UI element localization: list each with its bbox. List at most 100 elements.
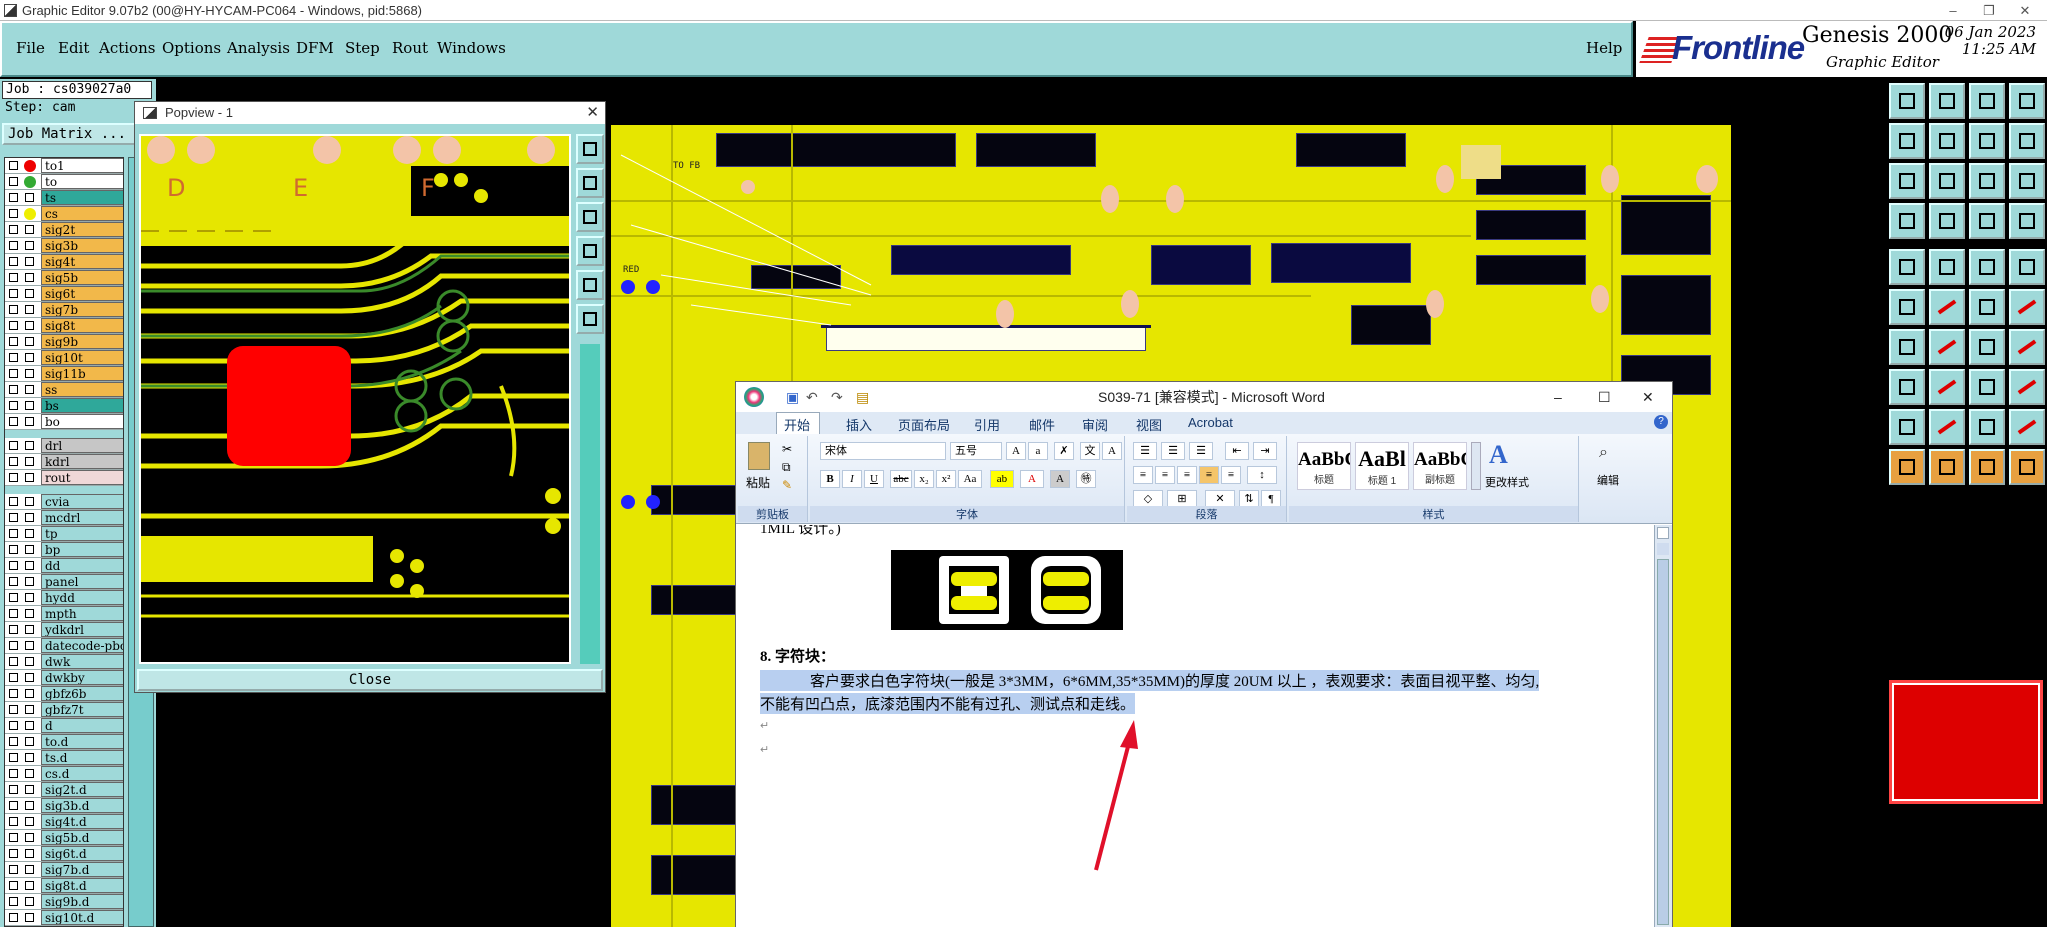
edit-label[interactable]: 编辑: [1597, 472, 1619, 488]
superscript-icon[interactable]: x²: [936, 470, 956, 488]
layer-checkbox[interactable]: [9, 769, 18, 778]
layer-color-indicator[interactable]: [25, 513, 34, 522]
layer-name[interactable]: hydd: [41, 590, 123, 605]
layer-color-indicator[interactable]: [25, 897, 34, 906]
layer-name[interactable]: sig10t: [41, 350, 123, 365]
popview-fit-button[interactable]: [576, 270, 604, 300]
font-size-select[interactable]: 五号: [950, 442, 1002, 460]
layer-row[interactable]: sig3b: [5, 238, 123, 254]
layer-checkbox[interactable]: [9, 257, 18, 266]
layer-checkbox[interactable]: [9, 385, 18, 394]
increase-indent-icon[interactable]: ⇥: [1253, 442, 1277, 460]
layer-color-indicator[interactable]: [24, 160, 36, 172]
layer-checkbox[interactable]: [9, 305, 18, 314]
char-shading-icon[interactable]: A: [1050, 470, 1070, 488]
layer-color-indicator[interactable]: [25, 689, 34, 698]
menu-help[interactable]: Help: [1586, 39, 1622, 57]
popview-pan-button[interactable]: [576, 202, 604, 232]
layer-name[interactable]: to.d: [41, 734, 123, 749]
cross-button[interactable]: [1889, 369, 1925, 405]
clear-format-icon[interactable]: ✗: [1054, 442, 1074, 460]
layer-row[interactable]: dwkby: [5, 670, 123, 686]
layer-color-indicator[interactable]: [25, 849, 34, 858]
align-left-icon[interactable]: ≡: [1133, 466, 1153, 484]
layer-row[interactable]: sig8t.d: [5, 878, 123, 894]
highlight-icon[interactable]: ab: [990, 470, 1014, 488]
word-close-icon[interactable]: ✕: [1642, 382, 1654, 412]
shrink-font-icon[interactable]: a: [1028, 442, 1048, 460]
font-color-icon[interactable]: A: [1020, 470, 1044, 488]
underline-icon[interactable]: U: [864, 470, 884, 488]
layer-row[interactable]: ts.d: [5, 750, 123, 766]
layer-color-indicator[interactable]: [25, 369, 34, 378]
scroll-up-icon[interactable]: [1657, 543, 1669, 555]
center-button[interactable]: [1929, 163, 1965, 199]
align-center-icon[interactable]: ≡: [1155, 466, 1175, 484]
undo-icon[interactable]: ↶: [806, 382, 818, 412]
layer-row[interactable]: dd: [5, 558, 123, 574]
layer-checkbox[interactable]: [9, 577, 18, 586]
layer-row[interactable]: ss: [5, 382, 123, 398]
zoom-window-button[interactable]: [2009, 83, 2045, 119]
office-button-icon[interactable]: [744, 387, 764, 407]
menu-options[interactable]: Options: [162, 39, 221, 57]
layer-name[interactable]: sig6t.d: [41, 846, 123, 861]
layer-checkbox[interactable]: [9, 273, 18, 282]
popview-zoom-out-button[interactable]: [576, 168, 604, 198]
layer-row[interactable]: bs: [5, 398, 123, 414]
layer-checkbox[interactable]: [9, 849, 18, 858]
layer-name[interactable]: ydkdrl: [41, 622, 123, 637]
layer-row[interactable]: to: [5, 174, 123, 190]
open-job-button[interactable]: [1889, 83, 1925, 119]
layer-name[interactable]: sig4t: [41, 254, 123, 269]
popview-close-button[interactable]: Close: [137, 669, 603, 691]
layer-checkbox[interactable]: [9, 193, 18, 202]
help-icon[interactable]: ?: [1654, 415, 1668, 429]
layer-checkbox[interactable]: [9, 241, 18, 250]
menu-windows[interactable]: Windows: [437, 39, 506, 57]
layer-name[interactable]: sig3b: [41, 238, 123, 253]
layer-name[interactable]: sig2t.d: [41, 782, 123, 797]
layer-name[interactable]: d: [41, 718, 123, 733]
scroll-thumb[interactable]: [1657, 559, 1669, 925]
layer-checkbox[interactable]: [9, 785, 18, 794]
layer-name[interactable]: sig11b: [41, 366, 123, 381]
layer-color-indicator[interactable]: [24, 176, 36, 188]
layer-color-indicator[interactable]: [25, 353, 34, 362]
layer-row[interactable]: gbfz7t: [5, 702, 123, 718]
font-name-select[interactable]: 宋体: [820, 442, 946, 460]
layer-color-indicator[interactable]: [25, 833, 34, 842]
step-in-button[interactable]: [1889, 123, 1925, 159]
cut-button[interactable]: [1889, 203, 1925, 239]
layer-name[interactable]: bs: [41, 398, 123, 413]
layer-color-indicator[interactable]: [25, 721, 34, 730]
layer-row[interactable]: sig10t: [5, 350, 123, 366]
layer-color-indicator[interactable]: [25, 401, 34, 410]
layer-name[interactable]: cs: [41, 206, 123, 221]
layer-row[interactable]: sig7b.d: [5, 862, 123, 878]
layer-name[interactable]: sig10t.d: [41, 910, 123, 925]
layer-name[interactable]: gbfz7t: [41, 702, 123, 717]
layer-color-indicator[interactable]: [25, 641, 34, 650]
layer-name[interactable]: to1: [41, 158, 123, 173]
close-button[interactable]: ✕: [2002, 0, 2047, 21]
decrease-indent-icon[interactable]: ⇤: [1225, 442, 1249, 460]
style-subtitle[interactable]: AaBbC 副标题: [1413, 442, 1467, 490]
layer-name[interactable]: tp: [41, 526, 123, 541]
layer-row[interactable]: sig9b: [5, 334, 123, 350]
numbering-icon[interactable]: ☰: [1161, 442, 1185, 460]
layer-color-indicator[interactable]: [25, 561, 34, 570]
layer-name[interactable]: gbfz6b: [41, 686, 123, 701]
layer-color-indicator[interactable]: [25, 769, 34, 778]
format-painter-icon[interactable]: ✎: [782, 478, 792, 492]
layer-color-indicator[interactable]: [25, 865, 34, 874]
menu-analysis[interactable]: Analysis: [227, 39, 290, 57]
popview-center-button[interactable]: [576, 304, 604, 334]
bullets-icon[interactable]: ☰: [1133, 442, 1157, 460]
layer-name[interactable]: bp: [41, 542, 123, 557]
layer-checkbox[interactable]: [9, 609, 18, 618]
step-out-button[interactable]: [1929, 123, 1965, 159]
word-document[interactable]: 1MIL 设计。) 8. 字符块： 客户要求白色字符块(一般是 3*3MM，6*…: [736, 525, 1654, 927]
layer-name[interactable]: sig8t: [41, 318, 123, 333]
layer-checkbox[interactable]: [9, 209, 18, 218]
